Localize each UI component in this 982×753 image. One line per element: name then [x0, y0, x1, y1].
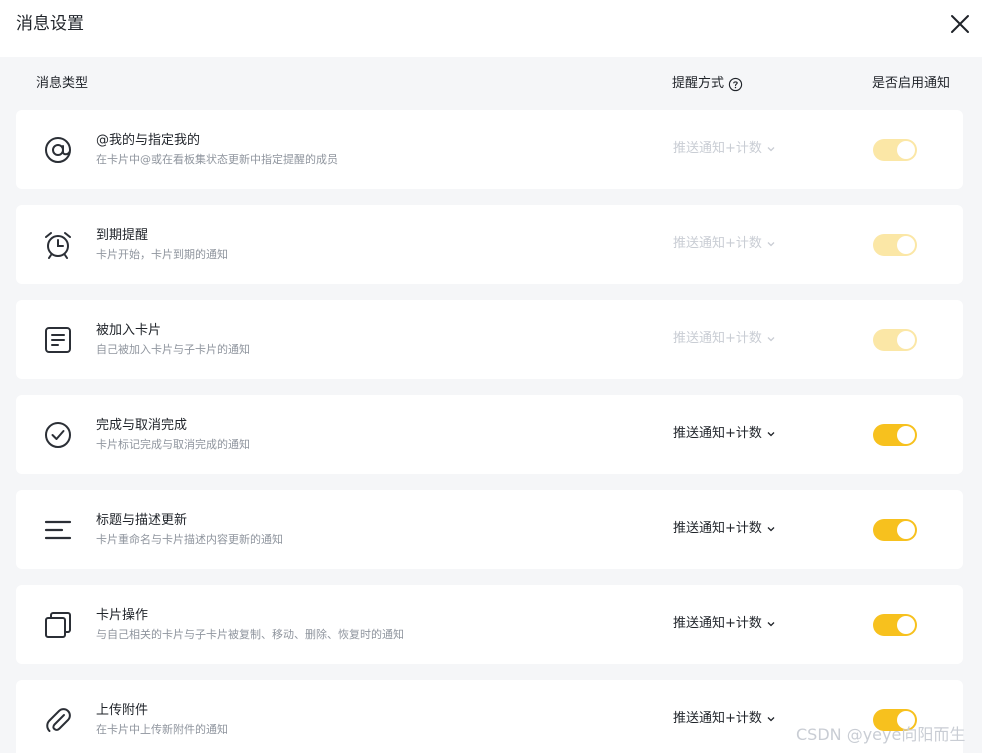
method-label: 推送通知+计数: [673, 711, 762, 726]
method-dropdown[interactable]: 推送通知+计数: [673, 425, 776, 443]
method-label: 推送通知+计数: [673, 141, 762, 156]
row-title: 上传附件: [96, 703, 149, 718]
method-label: 推送通知+计数: [673, 616, 762, 631]
column-header-method: 提醒方式: [672, 75, 743, 93]
chevron-down-icon: [767, 622, 775, 627]
method-label: 推送通知+计数: [673, 521, 762, 536]
method-dropdown: 推送通知+计数: [673, 235, 776, 253]
row-description: 与自己相关的卡片与子卡片被复制、移动、删除、恢复时的通知: [96, 628, 404, 641]
column-header-type: 消息类型: [36, 76, 89, 91]
row-description: 在卡片中@或在看板集状态更新中指定提醒的成员: [96, 153, 338, 166]
enable-toggle: [873, 234, 917, 256]
alarm-clock-icon: [42, 229, 74, 261]
copy-icon: [42, 609, 74, 641]
column-header-enable: 是否启用通知: [872, 76, 951, 91]
method-label: 推送通知+计数: [673, 426, 762, 441]
toggle-knob: [897, 236, 915, 254]
row-description: 卡片重命名与卡片描述内容更新的通知: [96, 533, 283, 546]
chevron-down-icon: [767, 242, 775, 247]
row-description: 卡片开始，卡片到期的通知: [96, 248, 228, 261]
method-dropdown: 推送通知+计数: [673, 140, 776, 158]
at-icon: [42, 134, 74, 166]
enable-toggle: [873, 329, 917, 351]
chevron-down-icon: [767, 527, 775, 532]
row-title: 标题与描述更新: [96, 513, 188, 528]
row-description: 自己被加入卡片与子卡片的通知: [96, 343, 250, 356]
chevron-down-icon: [767, 432, 775, 437]
toggle-knob: [897, 521, 915, 539]
dialog-title: 消息设置: [16, 14, 84, 34]
chevron-down-icon: [767, 717, 775, 722]
column-header-method-label: 提醒方式: [672, 76, 725, 91]
enable-toggle[interactable]: [873, 519, 917, 541]
list-item: 被加入卡片 自己被加入卡片与子卡片的通知 推送通知+计数: [16, 300, 963, 379]
row-title: 被加入卡片: [96, 323, 162, 338]
method-dropdown: 推送通知+计数: [673, 330, 776, 348]
document-icon: [42, 324, 74, 356]
dialog-header: 消息设置: [0, 0, 982, 57]
column-headers: 消息类型 提醒方式 是否启用通知: [0, 57, 982, 109]
help-icon[interactable]: [728, 77, 743, 92]
row-description: 卡片标记完成与取消完成的通知: [96, 438, 250, 451]
row-description: 在卡片中上传新附件的通知: [96, 723, 228, 736]
paperclip-icon: [42, 704, 74, 736]
toggle-knob: [897, 616, 915, 634]
watermark: CSDN @yeye向阳而生: [796, 725, 966, 744]
method-dropdown[interactable]: 推送通知+计数: [673, 710, 776, 728]
method-dropdown[interactable]: 推送通知+计数: [673, 520, 776, 538]
list-item: 标题与描述更新 卡片重命名与卡片描述内容更新的通知 推送通知+计数: [16, 490, 963, 569]
close-icon[interactable]: [946, 10, 974, 38]
list-item: @我的与指定我的 在卡片中@或在看板集状态更新中指定提醒的成员 推送通知+计数: [16, 110, 963, 189]
row-title: 到期提醒: [96, 228, 149, 243]
toggle-knob: [897, 141, 915, 159]
toggle-knob: [897, 426, 915, 444]
row-title: @我的与指定我的: [96, 133, 201, 148]
text-lines-icon: [42, 514, 74, 546]
method-label: 推送通知+计数: [673, 331, 762, 346]
chevron-down-icon: [767, 147, 775, 152]
method-label: 推送通知+计数: [673, 236, 762, 251]
enable-toggle[interactable]: [873, 424, 917, 446]
enable-toggle: [873, 139, 917, 161]
method-dropdown[interactable]: 推送通知+计数: [673, 615, 776, 633]
row-title: 完成与取消完成: [96, 418, 188, 433]
check-circle-icon: [42, 419, 74, 451]
enable-toggle[interactable]: [873, 614, 917, 636]
list-item: 完成与取消完成 卡片标记完成与取消完成的通知 推送通知+计数: [16, 395, 963, 474]
toggle-knob: [897, 331, 915, 349]
chevron-down-icon: [767, 337, 775, 342]
row-title: 卡片操作: [96, 608, 149, 623]
list-item: 到期提醒 卡片开始，卡片到期的通知 推送通知+计数: [16, 205, 963, 284]
list-item: 卡片操作 与自己相关的卡片与子卡片被复制、移动、删除、恢复时的通知 推送通知+计…: [16, 585, 963, 664]
